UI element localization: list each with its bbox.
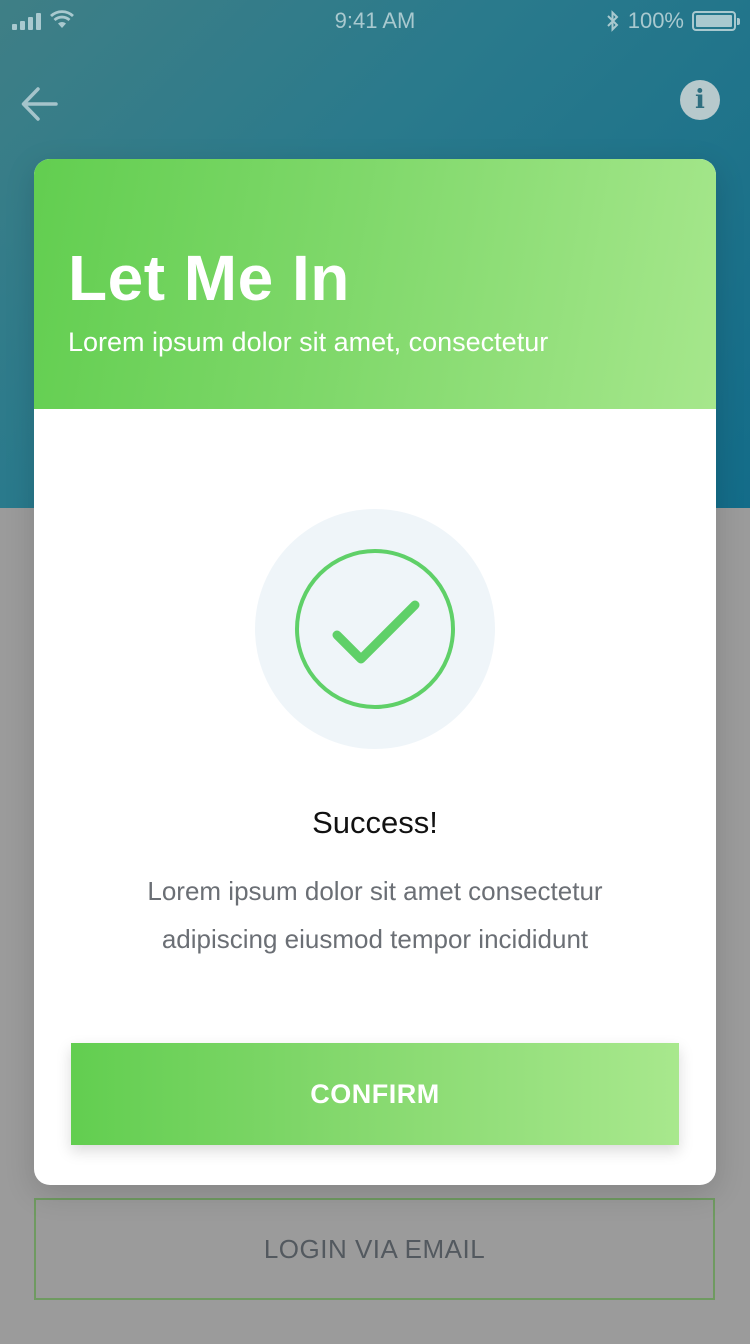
- battery-icon: [692, 11, 740, 31]
- modal-subtitle: Lorem ipsum dolor sit amet, consectetur: [68, 327, 549, 357]
- bluetooth-icon: [607, 10, 619, 32]
- modal-title: Let Me In: [68, 242, 350, 314]
- confirm-button[interactable]: CONFIRM: [71, 1043, 679, 1145]
- info-icon: i: [695, 85, 705, 115]
- login-via-email-button[interactable]: LOGIN VIA EMAIL: [34, 1198, 715, 1300]
- status-bar: 9:41 AM 100%: [0, 0, 750, 42]
- success-badge: [255, 509, 495, 749]
- modal-header: Let Me In Lorem ipsum dolor sit amet, co…: [34, 159, 716, 409]
- info-button[interactable]: i: [680, 80, 720, 120]
- success-message: Lorem ipsum dolor sit amet consectetur a…: [147, 876, 603, 954]
- back-button[interactable]: [20, 84, 60, 124]
- success-heading: Success!: [312, 805, 438, 840]
- checkmark-icon: [332, 600, 420, 664]
- back-arrow-icon: [21, 87, 58, 121]
- status-right: 100%: [606, 8, 740, 34]
- battery-percentage: 100%: [627, 8, 684, 33]
- success-modal: Let Me In Lorem ipsum dolor sit amet, co…: [34, 159, 716, 1185]
- success-ring: [295, 549, 455, 709]
